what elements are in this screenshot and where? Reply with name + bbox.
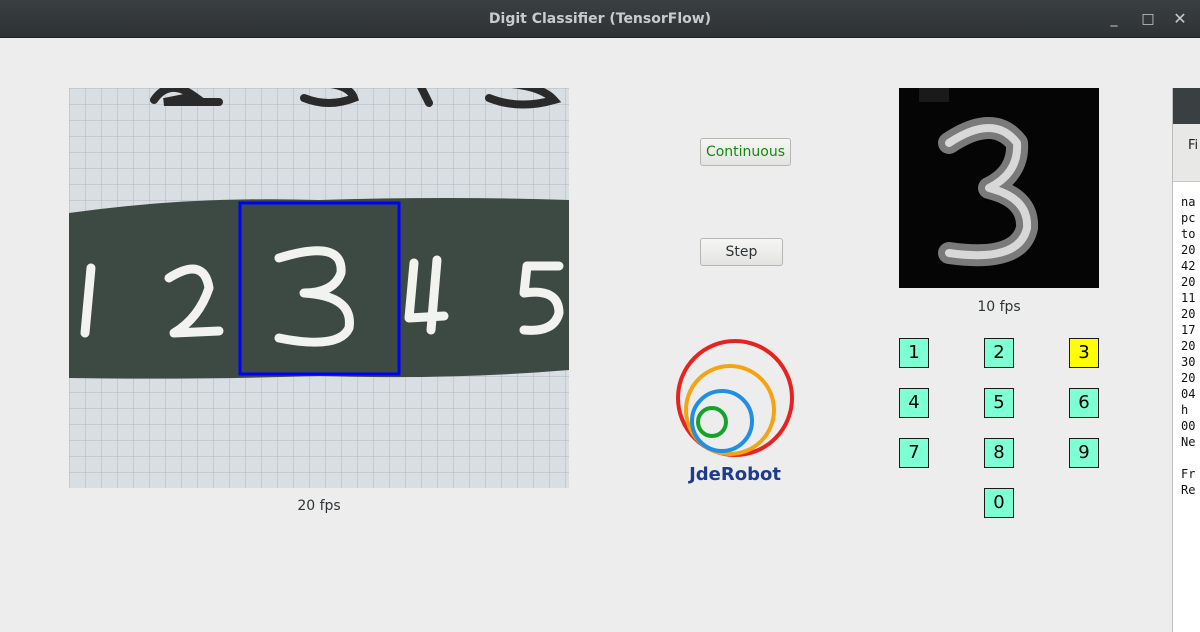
step-button[interactable]: Step <box>700 238 783 266</box>
terminal-line: 20 <box>1181 307 1196 321</box>
terminal-line: 20 <box>1181 243 1196 257</box>
continuous-button[interactable]: Continuous <box>700 138 791 166</box>
terminal-line: 20 <box>1181 275 1196 289</box>
digit-box-9: 9 <box>1069 438 1099 468</box>
digit-box-7: 7 <box>899 438 929 468</box>
terminal-titlebar <box>1173 88 1200 124</box>
main-content: 20 fps Continuous Step JdeRobot 10 fps 1… <box>0 38 1200 632</box>
terminal-line: 04 <box>1181 387 1196 401</box>
minimize-icon[interactable]: _ <box>1104 9 1124 29</box>
camera-fps-label: 20 fps <box>297 498 341 514</box>
window-title: Digit Classifier (TensorFlow) <box>488 11 712 27</box>
camera-image <box>69 88 569 488</box>
terminal-line: 30 <box>1181 355 1196 369</box>
terminal-line: Re <box>1181 483 1196 497</box>
terminal-line: pc <box>1181 211 1196 225</box>
title-bar: Digit Classifier (TensorFlow) _ □ ✕ <box>0 0 1200 38</box>
terminal-menu-file[interactable]: Fi <box>1188 138 1198 153</box>
terminal-line: 20 <box>1181 339 1196 353</box>
logo-text: JdeRobot <box>689 464 781 485</box>
digit-28x28-image <box>899 88 1099 288</box>
background-terminal-window[interactable]: Fi na pc to 20 42 20 11 20 17 20 30 20 04 h 00 Ne Fr Re <box>1172 88 1200 632</box>
terminal-menubar: Fi <box>1173 124 1200 182</box>
digit-box-3-predicted: 3 <box>1069 338 1099 368</box>
digit-box-2: 2 <box>984 338 1014 368</box>
digit-box-0: 0 <box>984 488 1014 518</box>
terminal-line: 17 <box>1181 323 1196 337</box>
terminal-line: 00 <box>1181 419 1196 433</box>
close-icon[interactable]: ✕ <box>1170 9 1190 29</box>
maximize-icon[interactable]: □ <box>1138 9 1158 29</box>
jderobot-logo: JdeRobot <box>670 338 800 490</box>
terminal-line: h <box>1181 403 1189 417</box>
digit-box-4: 4 <box>899 388 929 418</box>
terminal-line: Fr <box>1181 467 1196 481</box>
terminal-line: na <box>1181 195 1196 209</box>
terminal-line: 20 <box>1181 371 1196 385</box>
terminal-line: Ne <box>1181 435 1196 449</box>
camera-feed <box>69 88 569 488</box>
digit-fps-label: 10 fps <box>977 299 1021 315</box>
terminal-line: 42 <box>1181 259 1196 273</box>
digit-box-6: 6 <box>1069 388 1099 418</box>
terminal-line: 11 <box>1181 291 1196 305</box>
terminal-line: to <box>1181 227 1196 241</box>
processed-digit-image <box>899 88 1099 288</box>
terminal-output: na pc to 20 42 20 11 20 17 20 30 20 04 h 00 Ne Fr Re <box>1181 194 1200 498</box>
digit-box-5: 5 <box>984 388 1014 418</box>
digit-box-8: 8 <box>984 438 1014 468</box>
digit-box-1: 1 <box>899 338 929 368</box>
